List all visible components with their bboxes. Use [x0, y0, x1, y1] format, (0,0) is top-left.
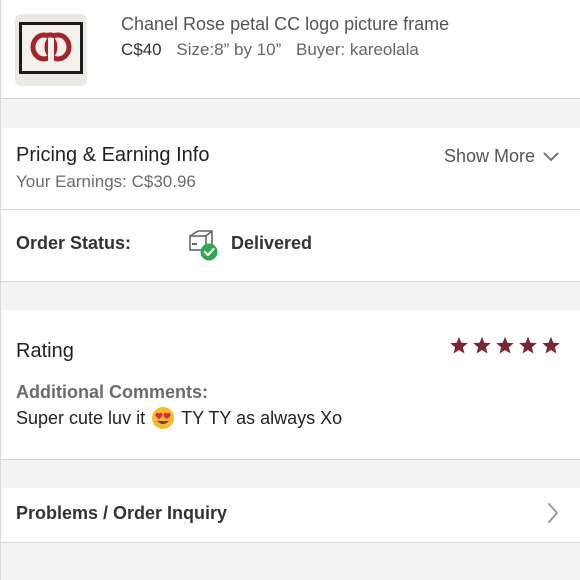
product-summary[interactable]: Chanel Rose petal CC logo picture frame …	[1, 0, 580, 98]
comment-text: Super cute luv it TY TY as always Xo	[16, 406, 342, 430]
section-gap	[1, 99, 580, 128]
product-price: C$40	[121, 40, 162, 59]
show-more-button[interactable]: Show More	[444, 146, 559, 167]
star-icon	[449, 336, 469, 355]
chevron-down-icon	[543, 146, 559, 167]
order-details-screen: Chanel Rose petal CC logo picture frame …	[0, 0, 580, 580]
star-icon	[541, 336, 561, 355]
order-status-value: Delivered	[231, 233, 313, 253]
product-title[interactable]: Chanel Rose petal CC logo picture frame	[121, 14, 449, 35]
product-meta: C$40 Size:8” by 10” Buyer: kareolala	[121, 40, 419, 60]
star-icon	[518, 336, 538, 355]
product-buyer: Buyer: kareolala	[296, 40, 419, 59]
problems-order-inquiry-label: Problems / Order Inquiry	[16, 503, 228, 523]
chevron-right-icon	[547, 502, 559, 529]
star-icon	[472, 336, 492, 355]
star-rating	[449, 336, 561, 355]
section-gap	[1, 282, 580, 310]
comment-text-end: TY TY as always Xo	[181, 407, 343, 428]
earnings-text: Your Earnings: C$30.96	[16, 172, 196, 191]
additional-comments-label: Additional Comments:	[16, 382, 208, 402]
problems-order-inquiry-row[interactable]: Problems / Order Inquiry	[1, 488, 580, 542]
package-delivered-icon	[187, 228, 221, 262]
rating-section: Rating Additional Comments: Super cute l…	[1, 310, 580, 459]
rating-title: Rating	[16, 340, 74, 362]
section-gap	[1, 460, 580, 488]
comment-text-start: Super cute luv it	[16, 407, 146, 428]
order-status-row: Order Status: Delivered	[1, 210, 580, 281]
heart-eyes-emoji-icon	[151, 406, 175, 430]
star-icon	[495, 336, 515, 355]
pricing-section: Pricing & Earning Info Your Earnings: C$…	[1, 128, 580, 209]
product-size: Size:8” by 10”	[176, 40, 282, 59]
order-status-label: Order Status:	[16, 233, 132, 253]
show-more-label: Show More	[443, 146, 535, 166]
product-thumbnail[interactable]	[15, 14, 87, 86]
pricing-title: Pricing & Earning Info	[16, 144, 210, 166]
section-gap	[1, 543, 580, 580]
